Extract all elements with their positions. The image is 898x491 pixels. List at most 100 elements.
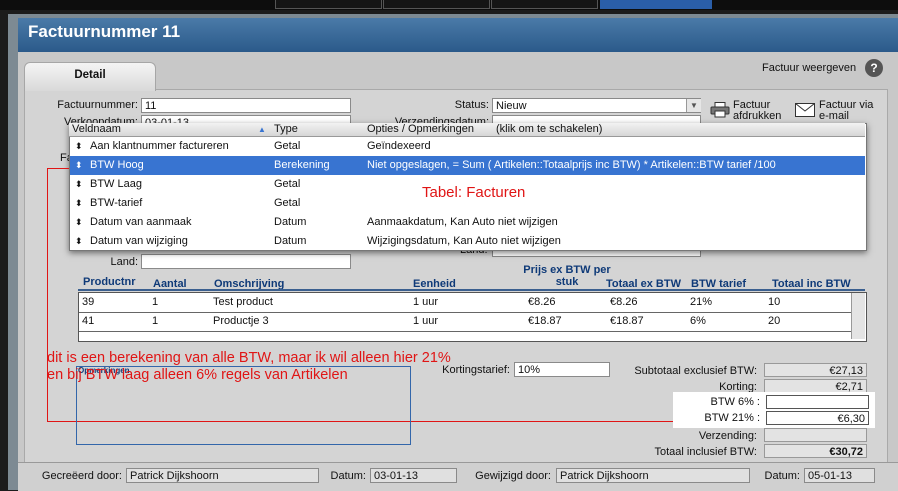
field-name: Aan klantnummer factureren	[90, 140, 229, 152]
land-field[interactable]	[141, 254, 351, 269]
popup-row[interactable]: ⬍ Datum van aanmaak Datum Aanmaakdatum, …	[70, 213, 865, 232]
field-name: BTW Hoog	[90, 159, 144, 171]
factuur-weergeven-link[interactable]: Factuur weergeven	[762, 62, 856, 74]
field-type: Getal	[274, 178, 301, 190]
field-name: Datum van aanmaak	[90, 216, 192, 228]
table-row[interactable]: 41 1 Productje 3 1 uur €18.87 €18.87 6% …	[79, 312, 851, 332]
cell-totaal-inc[interactable]: 10	[768, 293, 780, 312]
header-hint: (klik om te schakelen)	[496, 123, 603, 135]
top-segment-2[interactable]	[383, 0, 490, 9]
field-type: Getal	[274, 140, 301, 152]
window-title: Factuurnummer 11	[28, 22, 181, 41]
sort-up-icon[interactable]: ▲	[258, 125, 266, 134]
drag-handle-icon[interactable]: ⬍	[75, 213, 83, 232]
cell-totaal-inc[interactable]: 20	[768, 312, 780, 331]
field-name: Datum van wijziging	[90, 235, 188, 247]
chevron-down-icon[interactable]: ▼	[686, 99, 701, 112]
drag-handle-icon[interactable]: ⬍	[75, 137, 83, 156]
header-prijs-line2: stuk	[555, 276, 579, 288]
top-segment-1[interactable]	[275, 0, 382, 9]
status-label: Status:	[454, 99, 489, 111]
btw6-label: BTW 6% :	[710, 396, 760, 408]
header-opties[interactable]: Opties / Opmerkingen	[367, 123, 474, 136]
factuurnummer-label: Factuurnummer:	[57, 99, 138, 111]
subtotaal-value: €27,13	[764, 363, 867, 377]
gewijzigd-label: Gewijzigd door:	[475, 470, 551, 482]
annotation-line2: en bij BTW laag alleen 6% regels van Art…	[47, 367, 348, 383]
datum1-label: Datum:	[330, 470, 366, 482]
cell-totaal-ex[interactable]: €8.26	[610, 293, 638, 312]
grid-header-divider	[78, 289, 865, 291]
cell-btw[interactable]: 6%	[690, 312, 706, 331]
header-prijs-line1: Prijs ex BTW per	[523, 264, 611, 276]
btw21-value[interactable]: €6,30	[766, 411, 869, 425]
datum2-field: 05-01-13	[804, 468, 875, 483]
mail-icon[interactable]	[795, 103, 815, 117]
popup-row-selected[interactable]: ⬍ BTW Hoog Berekening Niet opgeslagen, =…	[70, 156, 865, 175]
table-annotation: Tabel: Facturen	[422, 184, 526, 201]
cell-prijs[interactable]: €8.26	[528, 293, 556, 312]
drag-handle-icon[interactable]: ⬍	[75, 175, 83, 194]
top-segment-3[interactable]	[491, 0, 598, 9]
field-type: Berekening	[274, 159, 330, 171]
factuurnummer-field[interactable]: 11	[141, 98, 351, 113]
grid-scrollbar[interactable]	[851, 293, 865, 339]
header-type[interactable]: Type	[274, 123, 298, 136]
field-type: Datum	[274, 216, 307, 228]
help-icon[interactable]: ?	[865, 59, 883, 77]
field-type: Getal	[274, 197, 301, 209]
field-name: BTW-tarief	[90, 197, 143, 209]
kortingstarief-label: Kortingstarief:	[442, 364, 510, 376]
cell-totaal-ex[interactable]: €18.87	[610, 312, 644, 331]
annotation-line-top	[47, 168, 69, 169]
cell-omschrijving[interactable]: Productje 3	[213, 312, 269, 331]
tab-detail[interactable]: Detail	[24, 62, 156, 91]
kortingstarief-field[interactable]: 10%	[514, 362, 610, 377]
factuur-via-email-button[interactable]: Factuur via e-mail	[819, 100, 873, 122]
cell-prijs[interactable]: €18.87	[528, 312, 562, 331]
drag-handle-icon[interactable]: ⬍	[75, 156, 83, 175]
verzending-label: Verzending:	[698, 430, 757, 442]
gecreeerd-field: Patrick Dijkshoorn	[126, 468, 319, 483]
field-options: Wijzigingsdatum, Kan Auto niet wijzigen	[367, 235, 561, 247]
printer-icon[interactable]	[710, 102, 730, 118]
gecreeerd-label: Gecreëerd door:	[41, 470, 122, 482]
totaal-label: Totaal inclusief BTW:	[654, 446, 757, 458]
field-type: Datum	[274, 235, 307, 247]
cell-productnr[interactable]: 39	[82, 293, 94, 312]
drag-handle-icon[interactable]: ⬍	[75, 194, 83, 213]
popup-row[interactable]: ⬍ Datum van wijziging Datum Wijzigingsda…	[70, 232, 865, 251]
subtotaal-label: Subtotaal exclusief BTW:	[634, 365, 757, 377]
header-productnr: Productnr	[83, 276, 136, 288]
datum2-label: Datum:	[764, 470, 800, 482]
factuur-afdrukken-button[interactable]: Factuur afdrukken	[733, 100, 781, 122]
cell-eenheid[interactable]: 1 uur	[413, 293, 438, 312]
cell-eenheid[interactable]: 1 uur	[413, 312, 438, 331]
header-veldnaam[interactable]: Veldnaam	[72, 123, 121, 136]
field-name: BTW Laag	[90, 178, 142, 190]
cell-aantal[interactable]: 1	[152, 293, 158, 312]
btw6-value[interactable]	[766, 395, 869, 409]
popup-row[interactable]: ⬍ Aan klantnummer factureren Getal Geïnd…	[70, 137, 865, 156]
status-select[interactable]: Nieuw	[492, 98, 701, 113]
drag-handle-icon[interactable]: ⬍	[75, 232, 83, 251]
top-segment-4[interactable]	[600, 0, 712, 9]
field-options: Niet opgeslagen, = Sum ( Artikelen::Tota…	[367, 159, 776, 171]
cell-omschrijving[interactable]: Test product	[213, 293, 273, 312]
table-row[interactable]: 39 1 Test product 1 uur €8.26 €8.26 21% …	[79, 293, 851, 313]
verzending-value[interactable]	[764, 428, 867, 442]
totaal-value: €30,72	[764, 444, 867, 458]
cell-aantal[interactable]: 1	[152, 312, 158, 331]
header-prijs-ex-btw: Prijs ex BTW per stuk	[522, 264, 612, 288]
field-options: Geïndexeerd	[367, 140, 431, 152]
cell-productnr[interactable]: 41	[82, 312, 94, 331]
afdrukken-line2: afdrukken	[733, 110, 782, 122]
gewijzigd-field: Patrick Dijkshoorn	[556, 468, 750, 483]
field-options: Aanmaakdatum, Kan Auto niet wijzigen	[367, 216, 558, 228]
land-label: Land:	[110, 256, 138, 268]
email-line2: e-mail	[819, 110, 849, 122]
annotation-text: dit is een berekening van alle BTW, maar…	[47, 350, 451, 384]
btw21-label: BTW 21% :	[704, 412, 760, 424]
cell-btw[interactable]: 21%	[690, 293, 712, 312]
annotation-line1: dit is een berekening van alle BTW, maar…	[47, 350, 451, 366]
